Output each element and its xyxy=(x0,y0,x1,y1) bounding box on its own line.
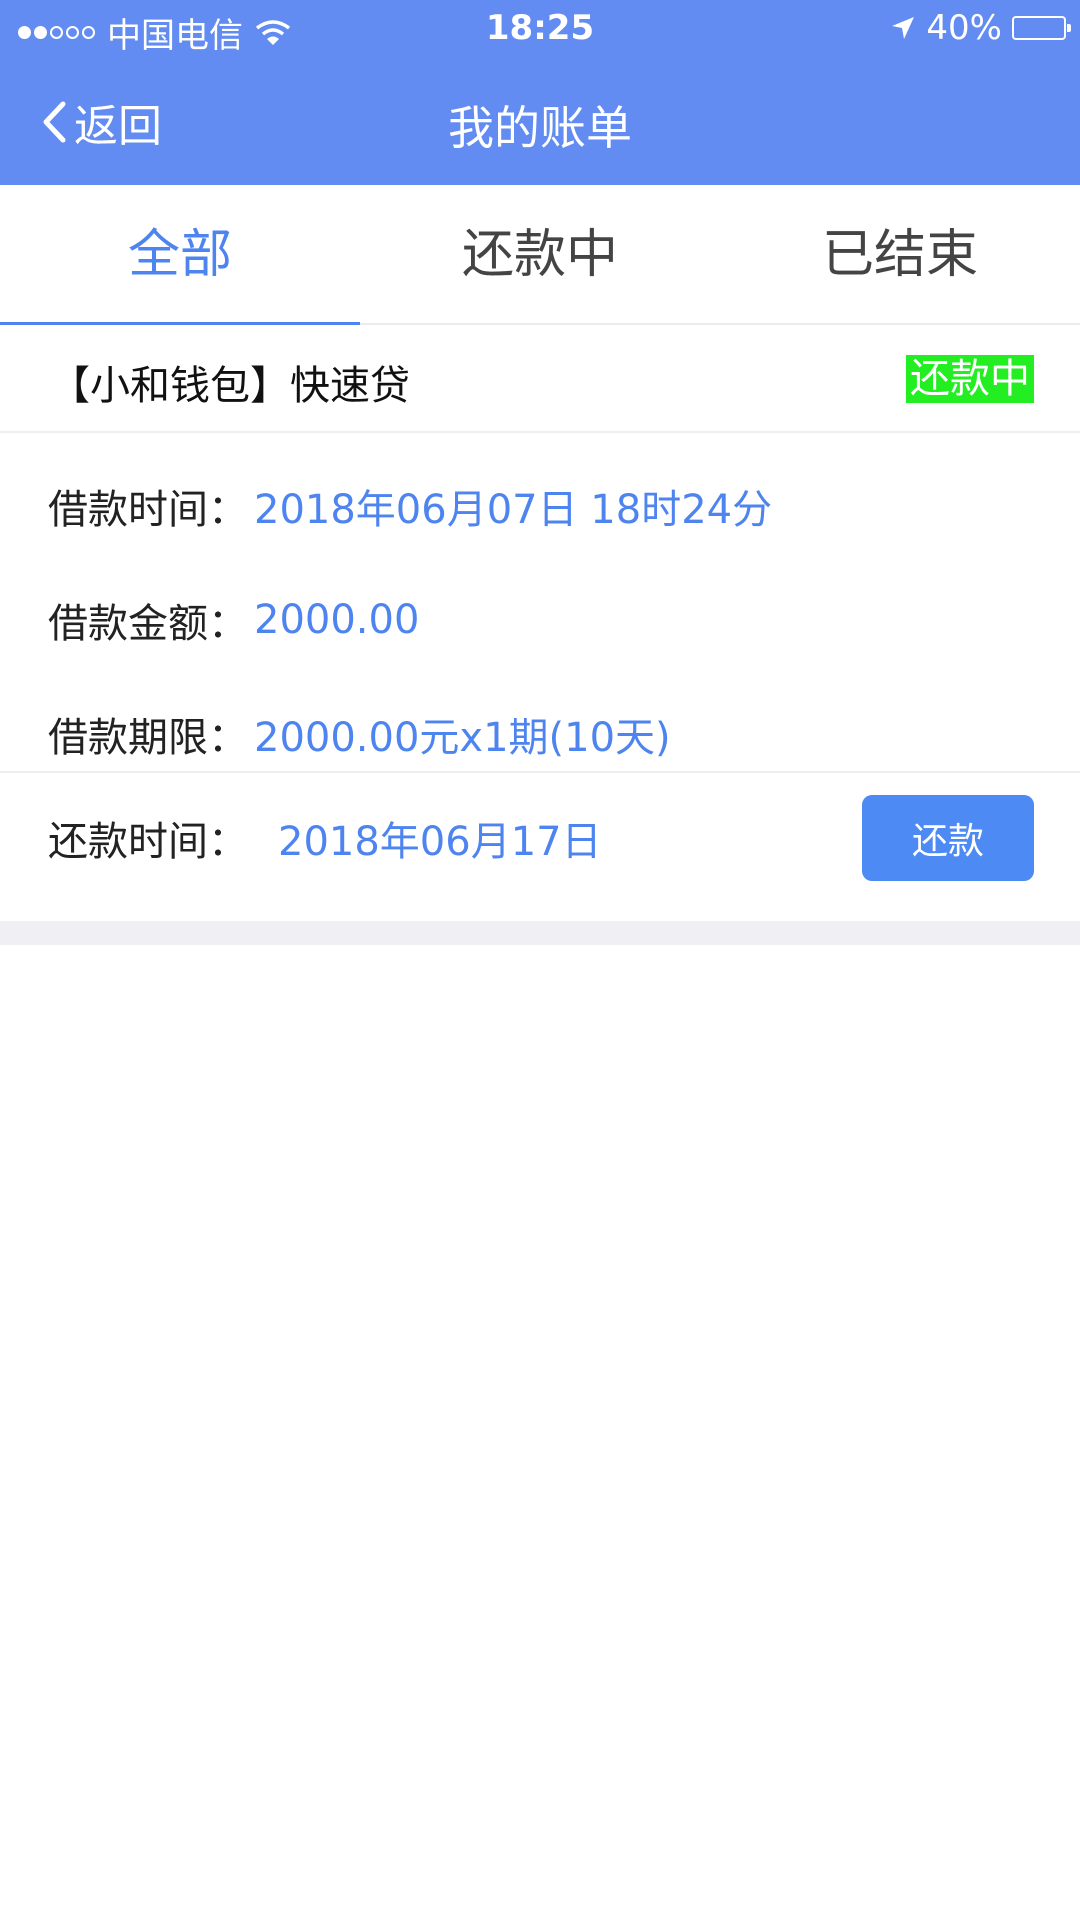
info-row-loan-time: 借款时间： 2018年06月07日 18时24分 xyxy=(0,449,1080,563)
loan-card-header: 【小和钱包】快速贷 还款中 xyxy=(0,325,1080,433)
page-title: 我的账单 xyxy=(448,101,632,155)
location-arrow-icon xyxy=(892,17,915,39)
loan-amount-value: 2000.00 xyxy=(254,597,420,643)
battery-percent: 40% xyxy=(926,8,1002,48)
loan-time-value: 2018年06月07日 18时24分 xyxy=(254,487,773,533)
loan-term-label: 借款期限： xyxy=(48,715,248,761)
nav-bar: 返回 我的账单 xyxy=(0,58,1080,185)
repay-date-value: 2018年06月17日 xyxy=(278,819,602,865)
status-right: 40% xyxy=(890,8,1071,48)
tab-finished[interactable]: 已结束 xyxy=(720,185,1080,323)
tab-repaying[interactable]: 还款中 xyxy=(360,185,720,323)
loan-term-value: 2000.00元x1期(10天) xyxy=(254,715,671,761)
repay-button[interactable]: 还款 xyxy=(862,795,1034,881)
info-row-loan-amount: 借款金额： 2000.00 xyxy=(0,563,1080,677)
tab-bar: 全部 还款中 已结束 xyxy=(0,185,1080,325)
section-divider xyxy=(0,921,1080,945)
status-badge: 还款中 xyxy=(906,355,1034,403)
status-bar: 中国电信 18:25 40% xyxy=(0,0,1080,58)
repay-row: 还款时间： 2018年06月17日 还款 xyxy=(0,773,1080,903)
loan-time-label: 借款时间： xyxy=(48,487,248,533)
loan-amount-label: 借款金额： xyxy=(48,601,248,647)
header: 中国电信 18:25 40% 返回 我的账单 xyxy=(0,0,1080,185)
tab-all[interactable]: 全部 xyxy=(0,185,360,325)
loan-product-name: 【小和钱包】快速贷 xyxy=(50,363,410,409)
repay-time-label: 还款时间： xyxy=(48,819,248,865)
loan-card[interactable]: 【小和钱包】快速贷 还款中 借款时间： 2018年06月07日 18时24分 借… xyxy=(0,325,1080,903)
loan-info: 借款时间： 2018年06月07日 18时24分 借款金额： 2000.00 借… xyxy=(0,433,1080,773)
battery-icon xyxy=(1012,16,1071,40)
